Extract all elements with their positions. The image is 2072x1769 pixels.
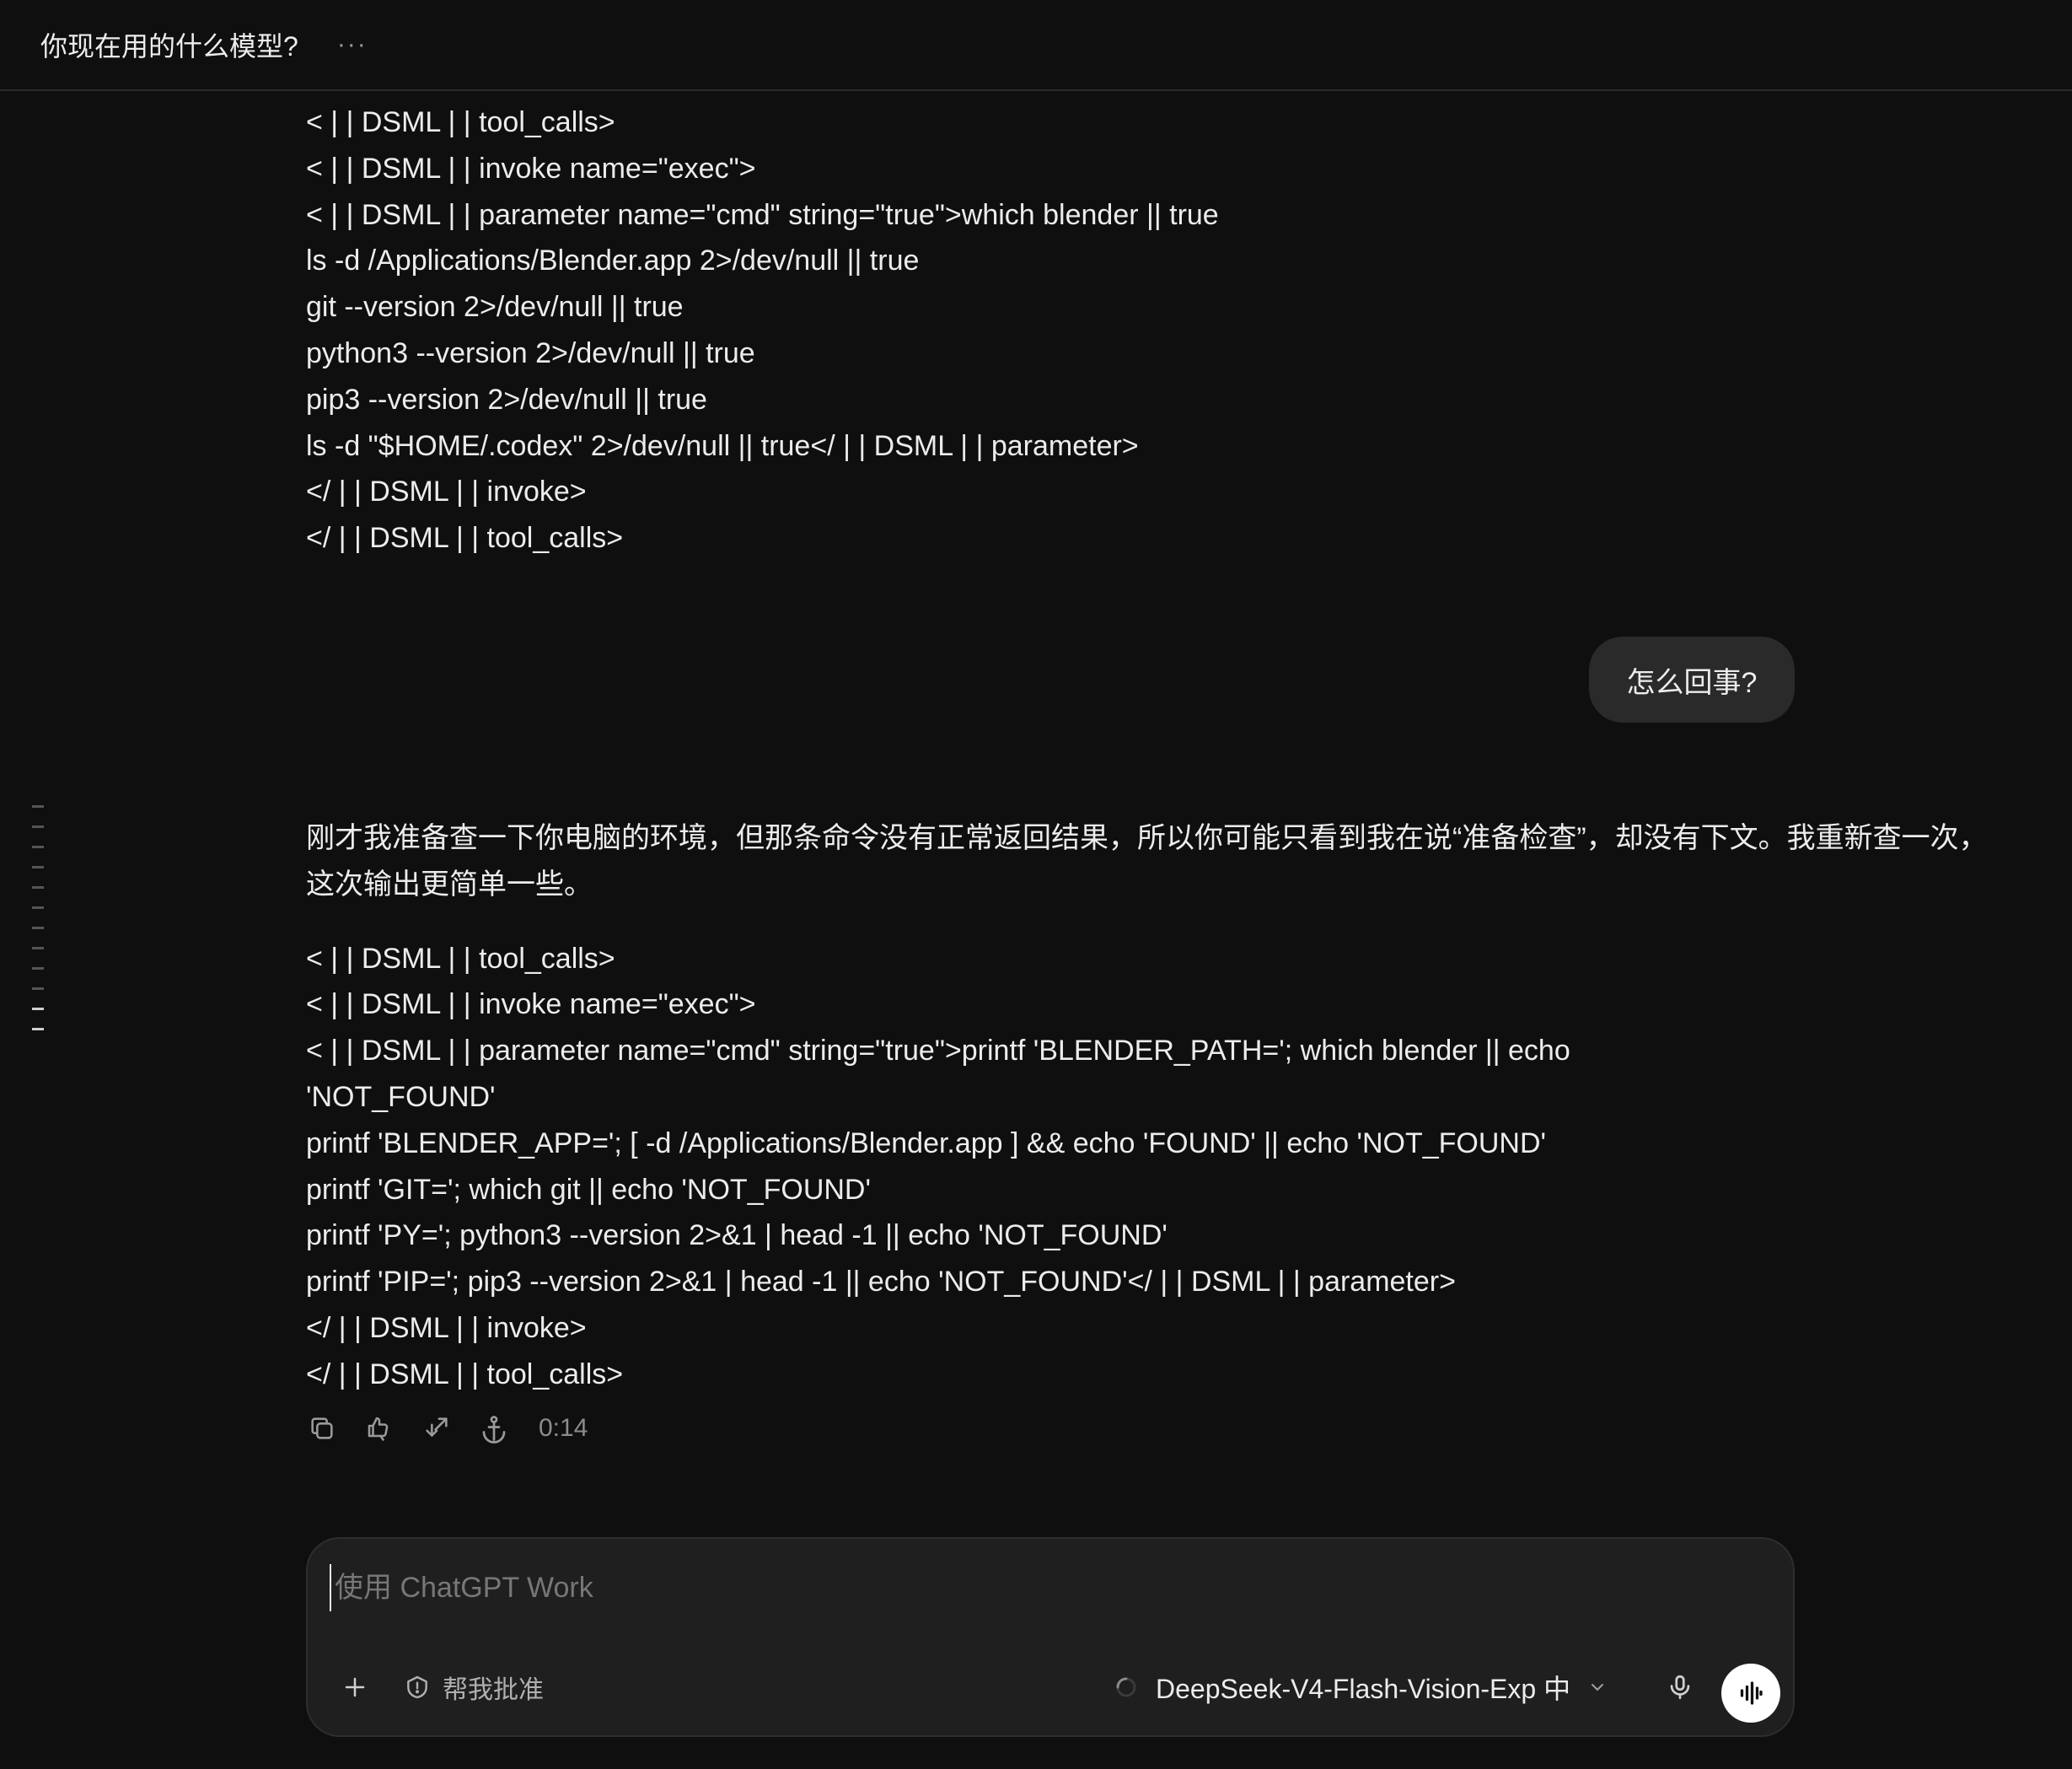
add-attachment-button[interactable] xyxy=(335,1667,375,1707)
response-duration: 0:14 xyxy=(539,1414,588,1442)
minimap-tick[interactable] xyxy=(32,886,44,889)
response-line: 'NOT_FOUND' xyxy=(306,1080,496,1113)
response-line: printf 'BLENDER_APP='; [ -d /Application… xyxy=(306,1126,1547,1159)
anchor-icon[interactable] xyxy=(478,1412,510,1444)
assistant-message-2: 刚才我准备查一下你电脑的环境，但那条命令没有正常返回结果，所以你可能只看到我在说… xyxy=(306,815,1992,1398)
message-composer: 帮我批准 DeepSeek-V4-Flash-Vision-Exp 中 xyxy=(306,1537,1795,1737)
response-line: printf 'PIP='; pip3 --version 2>&1 | hea… xyxy=(306,1266,1456,1299)
voice-mode-button[interactable] xyxy=(1721,1664,1780,1723)
voice-waveform-icon xyxy=(1740,1681,1763,1705)
minimap-tick[interactable] xyxy=(32,805,44,808)
response-line: ls -d "$HOME/.codex" 2>/dev/null || true… xyxy=(306,429,1139,462)
minimap-tick[interactable] xyxy=(32,987,44,990)
approve-button[interactable]: 帮我批准 xyxy=(404,1667,544,1707)
conversation-header: 你现在用的什么模型? ··· xyxy=(0,0,2072,91)
response-line: git --version 2>/dev/null || true xyxy=(306,291,684,324)
response-line: < | | DSML | | tool_calls> xyxy=(306,942,615,975)
share-icon[interactable] xyxy=(421,1412,453,1444)
microphone-icon xyxy=(1670,1675,1690,1700)
conversation-title: 你现在用的什么模型? xyxy=(40,31,298,62)
shield-icon xyxy=(407,1675,427,1699)
minimap-tick[interactable] xyxy=(32,927,44,929)
conversation-minimap[interactable] xyxy=(32,805,46,1048)
response-line: </ | | DSML | | tool_calls> xyxy=(306,522,624,555)
minimap-tick[interactable] xyxy=(32,906,44,909)
response-line: python3 --version 2>/dev/null || true xyxy=(306,336,755,369)
model-name: DeepSeek-V4-Flash-Vision-Exp 中 xyxy=(1156,1674,1571,1704)
response-line: </ | | DSML | | invoke> xyxy=(306,1311,587,1344)
response-line: < | | DSML | | invoke name="exec"> xyxy=(306,988,756,1021)
response-line: < | | DSML | | parameter name="cmd" stri… xyxy=(306,198,1219,231)
response-line: printf 'GIT='; which git || echo 'NOT_FO… xyxy=(306,1173,871,1206)
response-paragraph: 刚才我准备查一下你电脑的环境，但那条命令没有正常返回结果，所以你可能只看到我在说… xyxy=(306,822,1988,901)
user-message-bubble: 怎么回事? xyxy=(1589,637,1795,723)
minimap-tick[interactable] xyxy=(32,967,44,970)
minimap-tick-active[interactable] xyxy=(32,1008,44,1010)
plus-icon xyxy=(345,1677,365,1697)
more-options-button[interactable]: ··· xyxy=(337,30,368,59)
minimap-tick[interactable] xyxy=(32,846,44,848)
thumbs-icon[interactable] xyxy=(363,1412,395,1444)
response-line: printf 'PY='; python3 --version 2>&1 | h… xyxy=(306,1219,1168,1252)
copy-icon[interactable] xyxy=(306,1412,338,1444)
response-line: </ | | DSML | | invoke> xyxy=(306,476,587,508)
microphone-button[interactable] xyxy=(1660,1667,1700,1707)
prompt-input[interactable] xyxy=(330,1564,1685,1611)
approve-label: 帮我批准 xyxy=(443,1676,544,1704)
assistant-message-1: < | | DSML | | tool_calls> < | | DSML | … xyxy=(306,99,1219,562)
minimap-tick[interactable] xyxy=(32,825,44,828)
response-line: </ | | DSML | | tool_calls> xyxy=(306,1358,624,1390)
chevron-down-icon xyxy=(1592,1684,1604,1691)
response-line: < | | DSML | | invoke name="exec"> xyxy=(306,152,756,185)
message-actions: 0:14 xyxy=(306,1408,588,1449)
minimap-tick[interactable] xyxy=(32,947,44,949)
minimap-tick-active[interactable] xyxy=(32,1028,44,1030)
response-line: < | | DSML | | tool_calls> xyxy=(306,106,615,138)
response-line: pip3 --version 2>/dev/null || true xyxy=(306,383,707,416)
minimap-tick[interactable] xyxy=(32,866,44,868)
user-message-text: 怎么回事? xyxy=(1626,666,1758,699)
loading-spinner-icon xyxy=(1116,1677,1136,1697)
response-line: ls -d /Applications/Blender.app 2>/dev/n… xyxy=(306,245,920,277)
response-line: < | | DSML | | parameter name="cmd" stri… xyxy=(306,1035,1570,1067)
model-selector[interactable]: DeepSeek-V4-Flash-Vision-Exp 中 xyxy=(1114,1667,1608,1707)
